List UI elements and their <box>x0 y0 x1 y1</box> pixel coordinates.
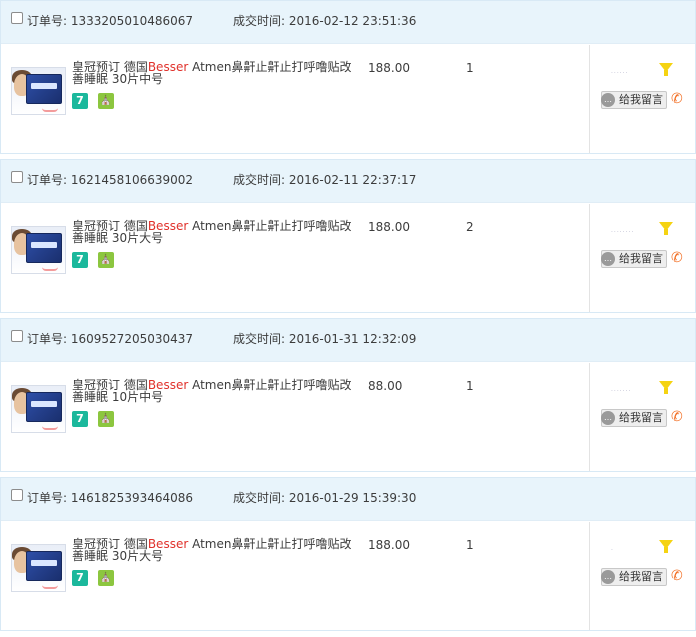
seven-day-return-icon[interactable]: 7 <box>72 93 88 109</box>
order-checkbox[interactable] <box>11 330 23 342</box>
seven-day-return-icon[interactable]: 7 <box>72 570 88 586</box>
order-checkbox[interactable] <box>11 489 23 501</box>
order-card: 订单号: 1609527205030437 成交时间: 2016-01-31 1… <box>0 318 696 472</box>
buyer-name[interactable]: ······ <box>611 70 628 77</box>
unit-price: 188.00 <box>368 220 410 234</box>
message-icon: … <box>601 93 615 107</box>
product-thumbnail[interactable] <box>11 385 66 433</box>
unit-price: 188.00 <box>368 61 410 75</box>
seven-day-return-icon[interactable]: 7 <box>72 252 88 268</box>
product-title-link[interactable]: 皇冠预订 德国Besser Atmen鼻鼾止鼾止打呼噜贴改善睡眠 10片中号 <box>72 379 354 403</box>
phone-icon[interactable]: ✆ <box>671 409 687 425</box>
order-card: 订单号: 1333205010486067 成交时间: 2016-02-12 2… <box>0 0 696 154</box>
deal-time: 成交时间: 2016-01-31 12:32:09 <box>233 332 417 346</box>
phone-icon[interactable]: ✆ <box>671 250 687 266</box>
order-number: 订单号: 1621458106639002 <box>27 173 194 187</box>
order-header: 订单号: 1609527205030437 成交时间: 2016-01-31 1… <box>1 319 695 362</box>
leave-message-button[interactable]: … 给我留言 <box>601 568 667 586</box>
guard-icon[interactable]: ⛪ <box>98 252 114 268</box>
column-divider <box>589 204 590 312</box>
message-icon: … <box>601 570 615 584</box>
unit-price: 88.00 <box>368 379 403 393</box>
order-checkbox[interactable] <box>11 12 23 24</box>
phone-icon[interactable]: ✆ <box>671 568 687 584</box>
message-icon: … <box>601 411 615 425</box>
order-number: 订单号: 1609527205030437 <box>27 332 194 346</box>
flag-icon[interactable] <box>659 381 673 394</box>
column-divider <box>589 363 590 471</box>
buyer-name[interactable]: ········ <box>611 229 634 236</box>
order-card: 订单号: 1461825393464086 成交时间: 2016-01-29 1… <box>0 477 696 631</box>
flag-icon[interactable] <box>659 63 673 76</box>
leave-message-button[interactable]: … 给我留言 <box>601 409 667 427</box>
deal-time: 成交时间: 2016-02-11 22:37:17 <box>233 173 417 187</box>
message-icon: … <box>601 252 615 266</box>
column-divider <box>589 522 590 630</box>
quantity: 1 <box>466 379 474 393</box>
product-title-link[interactable]: 皇冠预订 德国Besser Atmen鼻鼾止鼾止打呼噜贴改善睡眠 30片大号 <box>72 538 354 562</box>
order-number: 订单号: 1461825393464086 <box>27 491 194 505</box>
leave-message-button[interactable]: … 给我留言 <box>601 250 667 268</box>
guard-icon[interactable]: ⛪ <box>98 93 114 109</box>
leave-message-button[interactable]: … 给我留言 <box>601 91 667 109</box>
buyer-name[interactable]: · <box>611 547 614 554</box>
order-checkbox[interactable] <box>11 171 23 183</box>
order-number: 订单号: 1333205010486067 <box>27 14 194 28</box>
deal-time: 成交时间: 2016-02-12 23:51:36 <box>233 14 417 28</box>
buyer-name[interactable]: ······· <box>611 388 631 395</box>
product-title-link[interactable]: 皇冠预订 德国Besser Atmen鼻鼾止鼾止打呼噜贴改善睡眠 30片大号 <box>72 220 354 244</box>
order-card: 订单号: 1621458106639002 成交时间: 2016-02-11 2… <box>0 159 696 313</box>
unit-price: 188.00 <box>368 538 410 552</box>
flag-icon[interactable] <box>659 222 673 235</box>
quantity: 1 <box>466 538 474 552</box>
product-thumbnail[interactable] <box>11 67 66 115</box>
quantity: 2 <box>466 220 474 234</box>
product-title-link[interactable]: 皇冠预订 德国Besser Atmen鼻鼾止鼾止打呼噜贴改善睡眠 30片中号 <box>72 61 354 85</box>
order-header: 订单号: 1333205010486067 成交时间: 2016-02-12 2… <box>1 1 695 44</box>
seven-day-return-icon[interactable]: 7 <box>72 411 88 427</box>
service-badges: 7 ⛪ <box>72 252 124 268</box>
column-divider <box>589 45 590 153</box>
product-thumbnail[interactable] <box>11 544 66 592</box>
service-badges: 7 ⛪ <box>72 411 124 427</box>
product-thumbnail[interactable] <box>11 226 66 274</box>
service-badges: 7 ⛪ <box>72 570 124 586</box>
quantity: 1 <box>466 61 474 75</box>
flag-icon[interactable] <box>659 540 673 553</box>
guard-icon[interactable]: ⛪ <box>98 570 114 586</box>
order-header: 订单号: 1461825393464086 成交时间: 2016-01-29 1… <box>1 478 695 521</box>
service-badges: 7 ⛪ <box>72 93 124 109</box>
guard-icon[interactable]: ⛪ <box>98 411 114 427</box>
order-header: 订单号: 1621458106639002 成交时间: 2016-02-11 2… <box>1 160 695 203</box>
phone-icon[interactable]: ✆ <box>671 91 687 107</box>
deal-time: 成交时间: 2016-01-29 15:39:30 <box>233 491 417 505</box>
